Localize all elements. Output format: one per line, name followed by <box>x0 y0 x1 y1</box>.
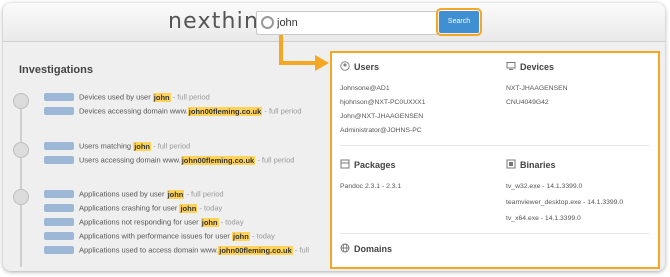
binary-icon <box>506 159 516 169</box>
investigation-row[interactable]: Applications not responding for user joh… <box>44 217 244 231</box>
timeline-line <box>20 97 22 267</box>
tag-badge <box>44 246 74 255</box>
investigation-row[interactable]: Applications crashing for user john - to… <box>44 203 222 217</box>
investigation-row[interactable]: Applications used to access domain www.j… <box>44 245 309 259</box>
callout-arrow <box>279 35 329 71</box>
investigation-row[interactable]: Devices accessing domain www.john00flemi… <box>44 106 302 120</box>
user-icon <box>340 61 350 71</box>
binary-icon <box>13 189 29 205</box>
tag-badge <box>44 93 74 102</box>
device-icon <box>506 61 516 71</box>
investigation-row[interactable]: Users matching john - full period <box>44 141 190 155</box>
divider <box>340 145 650 146</box>
app-window: nexthink Search Investigations Devices u… <box>3 3 665 271</box>
tag-badge <box>44 156 74 165</box>
package-result-item[interactable]: Pandoc 2.3.1 - 2.3.1 <box>340 183 401 190</box>
domain-icon <box>340 243 350 253</box>
tag-badge <box>44 204 74 213</box>
binary-result-item[interactable]: tv_w32.exe - 14.1.3399.0 <box>506 183 582 190</box>
package-icon <box>340 159 350 169</box>
tag-badge <box>44 190 74 199</box>
search-input[interactable] <box>275 14 429 32</box>
divider <box>340 233 650 234</box>
user-icon <box>13 142 29 158</box>
binary-result-item[interactable]: tv_x64.exe - 14.1.3399.0 <box>506 215 581 222</box>
user-result-item[interactable]: Johnsone@AD1 <box>340 85 390 92</box>
device-result-item[interactable]: NXT-JHAAGENSEN <box>506 85 568 92</box>
binaries-section-title: Binaries <box>506 159 556 170</box>
investigations-title: Investigations <box>19 64 93 76</box>
search-box[interactable] <box>256 11 438 35</box>
investigation-row[interactable]: Devices used by user john - full period <box>44 92 210 106</box>
device-result-item[interactable]: CNU4049G42 <box>506 99 549 106</box>
tag-badge <box>44 142 74 151</box>
device-icon <box>13 93 29 109</box>
user-result-item[interactable]: hjohnson@NXT-PC0UXXX1 <box>340 99 425 106</box>
search-icon <box>261 16 274 29</box>
search-results-dropdown: Users Johnsone@AD1 hjohnson@NXT-PC0UXXX1… <box>330 51 660 269</box>
top-bar: nexthink Search <box>3 3 665 42</box>
investigation-row[interactable]: Users accessing domain www.john00fleming… <box>44 155 294 169</box>
users-section-title: Users <box>340 61 379 72</box>
tag-badge <box>44 107 74 116</box>
investigation-row[interactable]: Applications with performance issues for… <box>44 231 275 245</box>
search-button[interactable]: Search <box>436 8 482 36</box>
user-result-item[interactable]: John@NXT-JHAAGENSEN <box>340 113 423 120</box>
investigation-row[interactable]: Applications used by user john - full pe… <box>44 189 224 203</box>
domains-section-title: Domains <box>340 243 392 254</box>
tag-badge <box>44 232 74 241</box>
binary-result-item[interactable]: teamviewer_desktop.exe - 14.1.3399.0 <box>506 199 623 206</box>
user-result-item[interactable]: Administrator@JOHNS-PC <box>340 127 422 134</box>
packages-section-title: Packages <box>340 159 396 170</box>
devices-section-title: Devices <box>506 61 554 72</box>
tag-badge <box>44 218 74 227</box>
